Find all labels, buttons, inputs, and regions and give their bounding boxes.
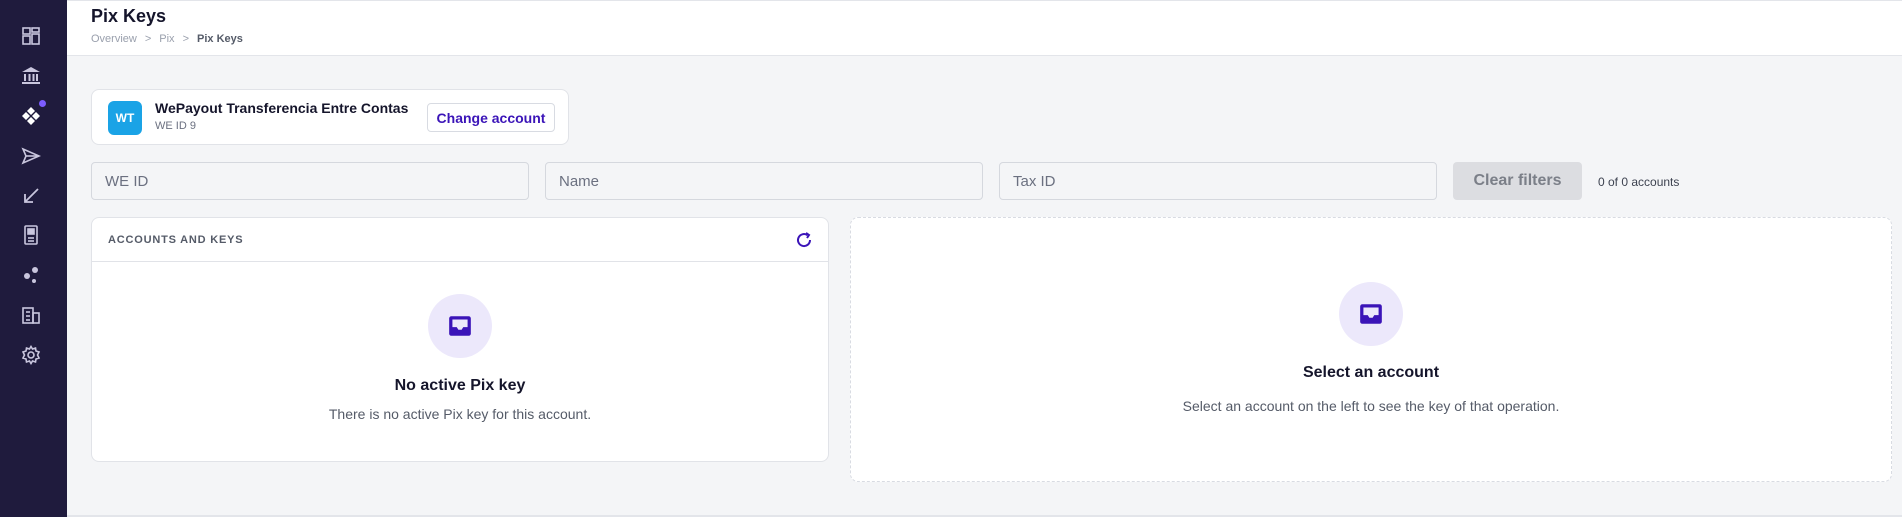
- breadcrumb-separator: >: [182, 33, 189, 45]
- send-icon[interactable]: [20, 145, 42, 167]
- breadcrumb-separator: >: [144, 33, 152, 45]
- account-we-id: WE ID 9: [155, 120, 196, 132]
- breadcrumb-pix[interactable]: Pix: [159, 33, 174, 45]
- dashboard-icon[interactable]: [20, 25, 42, 47]
- select-account-circle: [1339, 282, 1403, 346]
- gear-icon[interactable]: [20, 344, 42, 366]
- inbox-icon: [449, 316, 471, 336]
- inbox-icon: [1360, 304, 1382, 324]
- pix-icon[interactable]: [20, 105, 42, 127]
- panel-title: ACCOUNTS AND KEYS: [108, 234, 244, 246]
- page-title: Pix Keys: [91, 6, 167, 26]
- pos-terminal-icon[interactable]: [20, 224, 42, 246]
- clear-filters-button[interactable]: Clear filters: [1453, 162, 1582, 200]
- account-avatar: WT: [108, 101, 142, 135]
- account-name: WePayout Transferencia Entre Contas: [155, 100, 409, 116]
- notification-badge: [39, 100, 46, 107]
- accounts-and-keys-panel: ACCOUNTS AND KEYS No active Pix key Ther…: [91, 217, 829, 462]
- breadcrumb-overview[interactable]: Overview: [91, 33, 137, 45]
- name-filter-input[interactable]: [545, 162, 983, 200]
- receive-arrow-icon[interactable]: [20, 185, 42, 207]
- empty-inbox-circle: [428, 294, 492, 358]
- we-id-filter-input[interactable]: [91, 162, 529, 200]
- change-account-button[interactable]: Change account: [427, 103, 555, 132]
- refresh-icon[interactable]: [794, 230, 814, 250]
- sidebar: [0, 0, 67, 517]
- select-account-title: Select an account: [1302, 364, 1440, 381]
- selected-account-card: WT WePayout Transferencia Entre Contas W…: [91, 89, 569, 145]
- account-detail-panel: Select an account Select an account on t…: [850, 217, 1892, 482]
- panel-header: ACCOUNTS AND KEYS: [92, 218, 828, 262]
- building-icon[interactable]: [20, 304, 42, 326]
- accounts-count: 0 of 0 accounts: [1598, 175, 1680, 189]
- no-pix-key-description: There is no active Pix key for this acco…: [328, 406, 592, 422]
- bank-icon[interactable]: [20, 65, 42, 87]
- page-header: Pix Keys Overview > Pix > Pix Keys: [67, 0, 1902, 56]
- breadcrumb-current: Pix Keys: [197, 33, 243, 45]
- share-nodes-icon[interactable]: [20, 264, 42, 286]
- tax-id-filter-input[interactable]: [999, 162, 1437, 200]
- select-account-description: Select an account on the left to see the…: [1182, 398, 1560, 414]
- no-pix-key-title: No active Pix key: [394, 377, 526, 394]
- breadcrumb: Overview > Pix > Pix Keys: [91, 33, 243, 45]
